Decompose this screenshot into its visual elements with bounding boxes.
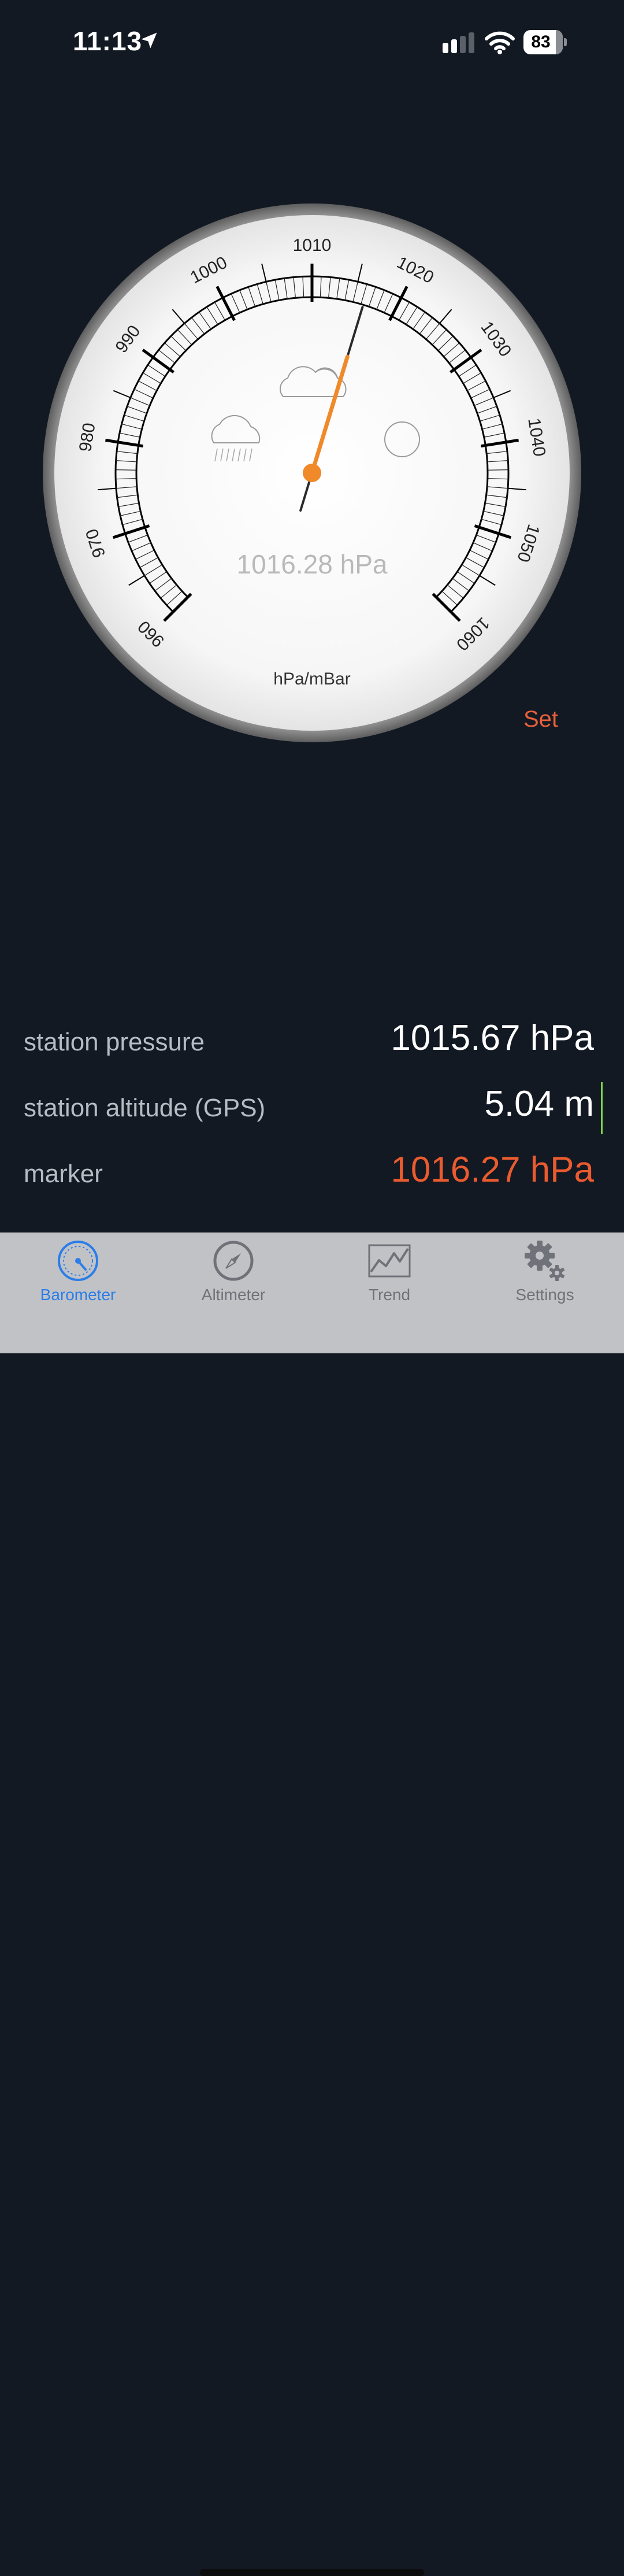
station-pressure-row: station pressure 1015.67 hPa (0, 1017, 624, 1075)
station-altitude-value[interactable]: 5.04 m (484, 1083, 594, 1124)
location-arrow-icon (141, 32, 157, 49)
marker-label: marker (24, 1160, 103, 1188)
gauge-unit: hPa/mBar (273, 669, 350, 689)
gauge-reading: 1016.28 hPa (237, 549, 388, 579)
station-altitude-row: station altitude (GPS) 5.04 m (0, 1082, 624, 1141)
barometer-gauge: 9609709809901000101010201030104010501060… (43, 203, 581, 742)
tab-trend[interactable]: Trend (332, 1239, 447, 1326)
tab-settings[interactable]: Settings (487, 1239, 603, 1326)
scale-fine-tick (116, 469, 137, 471)
status-time: 11:13 (73, 26, 143, 56)
wifi-icon (485, 31, 515, 54)
marker-value: 1016.27 hPa (391, 1150, 594, 1190)
tab-label: Settings (515, 1286, 574, 1304)
tab-label: Altimeter (201, 1286, 266, 1304)
station-pressure-value: 1015.67 hPa (391, 1018, 594, 1058)
tab-label: Barometer (40, 1286, 116, 1304)
tab-barometer[interactable]: Barometer (20, 1239, 136, 1326)
barometer-icon (58, 1241, 98, 1281)
text-cursor (601, 1082, 603, 1134)
needle-hub (303, 464, 321, 482)
marker-row: marker 1016.27 hPa (0, 1149, 624, 1207)
tab-altimeter[interactable]: Altimeter (176, 1239, 291, 1326)
tab-label: Trend (368, 1286, 411, 1304)
set-marker-button[interactable]: Set (523, 706, 558, 732)
home-indicator (200, 2569, 424, 2576)
scale-fine-tick (487, 469, 508, 471)
status-bar: 11:13 83 (0, 0, 624, 81)
battery-indicator: 83 (523, 30, 567, 54)
trend-chart-icon (368, 1244, 411, 1278)
tab-bar: Barometer Altimeter Trend Settings (0, 1233, 624, 2576)
station-pressure-label: station pressure (24, 1028, 205, 1056)
compass-icon (213, 1241, 254, 1281)
cellular-signal-icon (443, 32, 474, 53)
gear-icon (525, 1241, 565, 1281)
station-altitude-label: station altitude (GPS) (24, 1094, 266, 1122)
battery-percent: 83 (531, 32, 551, 51)
battery-tip (564, 38, 567, 46)
scale-label: 1010 (293, 236, 332, 255)
battery-body: 83 (523, 30, 563, 54)
